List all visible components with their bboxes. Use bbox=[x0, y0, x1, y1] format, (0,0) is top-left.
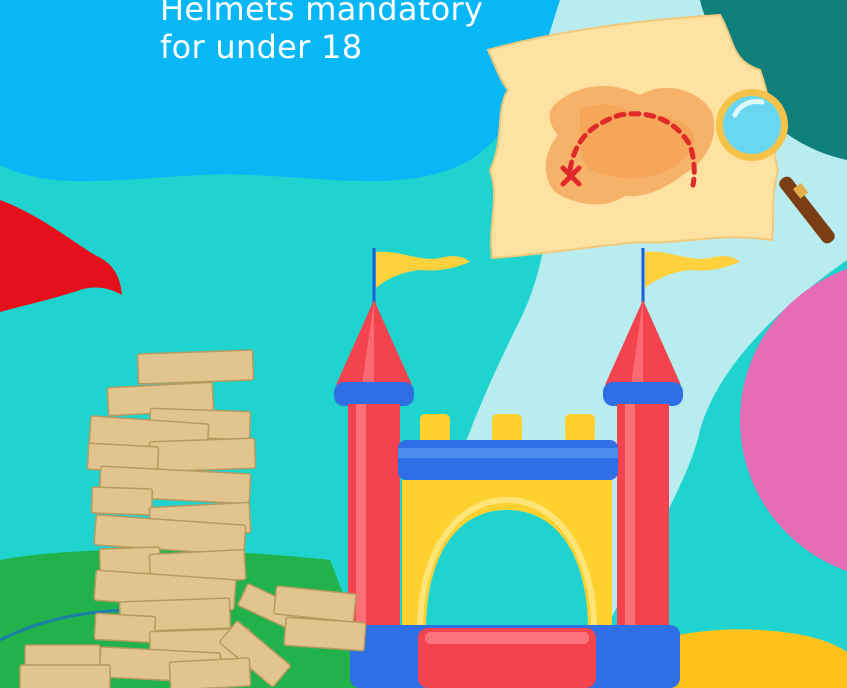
jenga-block bbox=[90, 486, 154, 516]
jenga-block bbox=[168, 657, 252, 688]
jenga-block bbox=[283, 616, 367, 652]
jenga-block bbox=[136, 349, 255, 385]
jenga-block bbox=[19, 664, 111, 688]
helmet-notice: Helmets mandatory for under 18 bbox=[160, 0, 580, 66]
caption-line-2: for under 18 bbox=[160, 28, 363, 66]
jenga-block bbox=[93, 612, 157, 644]
jenga-block bbox=[148, 437, 257, 473]
caption-line-1: Helmets mandatory bbox=[160, 0, 484, 28]
scene-illustration bbox=[0, 0, 847, 688]
